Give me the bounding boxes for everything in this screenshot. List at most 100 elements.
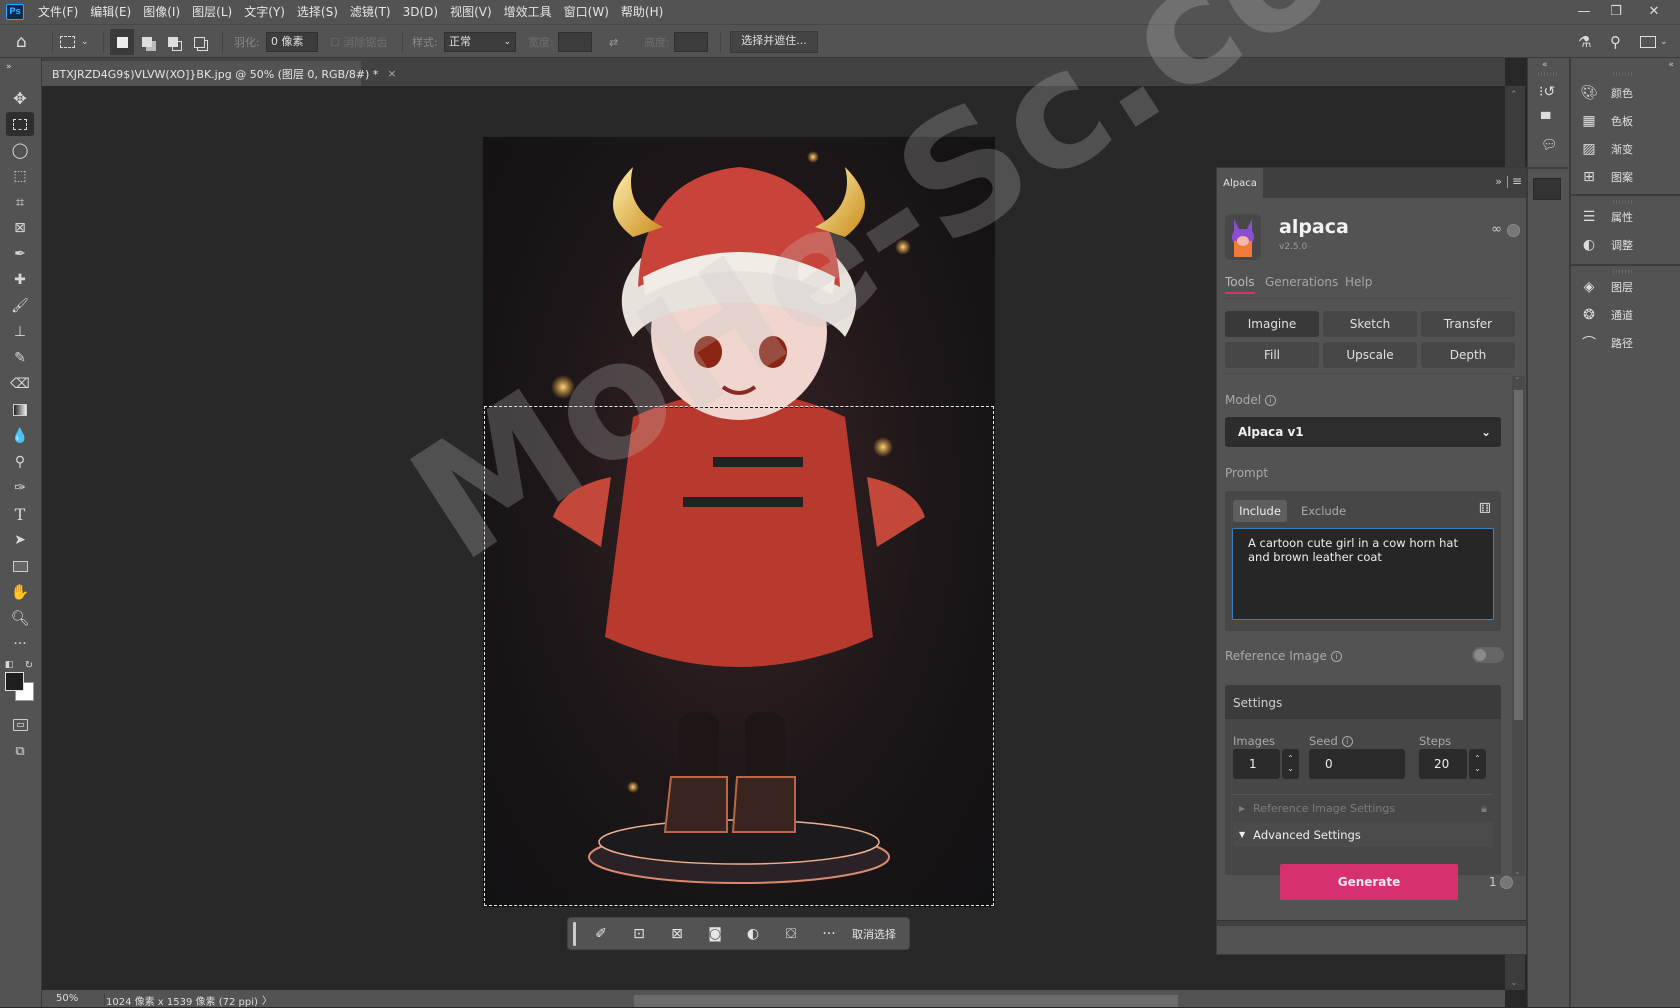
flask-icon[interactable]: ⚗ (1578, 25, 1591, 59)
swap-icon[interactable]: ⇄ (609, 25, 618, 59)
nav-tab-help[interactable]: Help (1345, 275, 1372, 289)
adjustment-layer-icon[interactable]: ◐ (734, 917, 772, 950)
panel-resize-handle[interactable] (1217, 920, 1526, 926)
height-input[interactable] (674, 32, 708, 52)
canvas-horizontal-scrollbar-thumb[interactable] (634, 995, 1178, 1007)
fill-selection-icon[interactable]: ⛋ (772, 917, 810, 950)
account-status-icon[interactable] (1507, 224, 1520, 237)
blur-tool-icon[interactable]: 💧 (6, 424, 34, 448)
reference-image-settings-row[interactable]: ▶ Reference Image Settings 🔒︎ (1233, 796, 1493, 821)
add-selection-icon[interactable] (142, 25, 152, 59)
create-mask-icon[interactable]: ◙ (696, 917, 734, 950)
menu-plugins[interactable]: 增效工具 (498, 0, 558, 24)
menu-help[interactable]: 帮助(H) (615, 0, 669, 24)
reference-info-icon[interactable]: i (1330, 651, 1342, 662)
advanced-settings-row[interactable]: ▼ Advanced Settings (1233, 822, 1493, 847)
tool-fill-button[interactable]: Fill (1225, 342, 1319, 368)
seed-info-icon[interactable]: i (1341, 736, 1353, 747)
path-select-tool-icon[interactable]: ➤ (6, 528, 34, 552)
collapse-toolbar-icon[interactable]: » (6, 60, 34, 74)
steps-stepper[interactable]: ⌃ ⌄ (1469, 749, 1486, 779)
history-panel-icon[interactable]: ⁝↺ (1539, 84, 1555, 100)
history-brush-tool-icon[interactable]: ✎ (6, 346, 34, 370)
steps-input[interactable]: 20 (1419, 749, 1467, 779)
panel-patterns[interactable]: ⊞ 图案 (1579, 166, 1633, 188)
feather-input[interactable]: 0 像素 (266, 32, 318, 52)
width-input[interactable] (558, 32, 592, 52)
workspace-icon[interactable]: ⌄ (1640, 25, 1668, 59)
home-icon[interactable]: ⌂ (16, 25, 27, 59)
select-and-mask-button[interactable]: 选择并遮住... (730, 31, 818, 53)
invert-selection-icon[interactable]: ⊠ (658, 917, 696, 950)
intersect-selection-icon[interactable] (194, 25, 205, 59)
panel-channels[interactable]: ❂ 通道 (1579, 304, 1633, 326)
search-icon[interactable]: ⚲ (1610, 25, 1621, 59)
seed-input[interactable]: 0 (1309, 749, 1405, 779)
menu-window[interactable]: 窗口(W) (558, 0, 615, 24)
panel-color[interactable]: 🎨︎ 颜色 (1579, 82, 1633, 104)
prompt-tab-exclude[interactable]: Exclude (1301, 504, 1346, 518)
move-tool-icon[interactable]: ✥ (6, 86, 34, 110)
model-select[interactable]: Alpaca v1 ⌄ (1225, 417, 1501, 447)
menu-3d[interactable]: 3D(D) (397, 0, 444, 24)
close-window-button[interactable]: ✕ (1636, 0, 1672, 22)
clone-stamp-tool-icon[interactable]: ⊥ (6, 320, 34, 344)
panel-menu-icon[interactable]: ≡ (1512, 174, 1522, 188)
rect-marquee-tool-icon[interactable] (6, 112, 34, 136)
gradient-tool-icon[interactable] (6, 398, 34, 422)
quick-mask-icon[interactable] (6, 713, 34, 737)
menu-type[interactable]: 文字(Y) (238, 0, 291, 24)
healing-brush-tool-icon[interactable]: ✚ (6, 268, 34, 292)
zoom-level[interactable]: 50% (56, 993, 78, 1004)
panel-gradients[interactable]: ▨ 渐变 (1579, 138, 1633, 160)
zoom-tool-icon[interactable]: 🔍︎ (6, 606, 34, 630)
navigator-thumbnail[interactable] (1533, 178, 1561, 200)
prompt-tab-include[interactable]: Include (1233, 500, 1287, 522)
brush-tool-icon[interactable]: 🖌 (6, 294, 34, 318)
deselect-button[interactable]: 取消选择 (852, 926, 896, 942)
object-select-tool-icon[interactable]: ⬚ (6, 164, 34, 188)
collapse-panel-icon[interactable]: » (1495, 175, 1502, 188)
model-info-icon[interactable]: i (1265, 395, 1277, 406)
tool-depth-button[interactable]: Depth (1421, 342, 1515, 368)
more-options-icon[interactable]: ··· (810, 917, 848, 950)
panel-scrollbar-thumb[interactable] (1514, 390, 1523, 720)
nav-tab-tools[interactable]: Tools (1225, 275, 1255, 289)
tool-upscale-button[interactable]: Upscale (1323, 342, 1417, 368)
subtract-selection-icon[interactable] (168, 25, 178, 59)
collapse-panels-icon[interactable]: « (1668, 60, 1674, 70)
rectangle-tool-icon[interactable] (6, 554, 34, 578)
screen-mode-icon[interactable]: ⧉ (6, 739, 34, 763)
reference-image-toggle[interactable] (1472, 647, 1504, 663)
document-tab[interactable]: BTXJRZD4G9$)VLVW(XO]}BK.jpg @ 50% (图层 0,… (42, 61, 397, 86)
panel-scrollbar[interactable]: ⌃ ⌄ (1512, 376, 1525, 876)
menu-edit[interactable]: 编辑(E) (84, 0, 137, 24)
style-select[interactable]: 正常 ⌄ (444, 32, 516, 52)
generate-button[interactable]: Generate (1280, 864, 1458, 900)
close-document-icon[interactable]: × (387, 67, 396, 80)
eraser-tool-icon[interactable]: ⌫ (6, 372, 34, 396)
crop-tool-icon[interactable]: ⌗ (6, 190, 34, 214)
new-selection-icon[interactable] (110, 29, 134, 55)
hand-tool-icon[interactable]: ✋ (6, 580, 34, 604)
generative-fill-icon[interactable]: ✐ (582, 917, 620, 950)
status-menu-arrow[interactable]: 〉 (262, 992, 272, 1007)
settings-header[interactable]: Settings (1225, 685, 1501, 719)
scroll-down-icon[interactable]: ⌄ (1510, 978, 1518, 988)
lasso-tool-icon[interactable]: ◯ (6, 138, 34, 162)
images-input[interactable]: 1 (1233, 749, 1280, 779)
more-tools-icon[interactable]: ··· (6, 632, 34, 656)
tool-transfer-button[interactable]: Transfer (1421, 311, 1515, 337)
default-colors-icon[interactable]: ◧ (2, 658, 16, 672)
tool-sketch-button[interactable]: Sketch (1323, 311, 1417, 337)
panel-adjustments[interactable]: ◐ 调整 (1579, 234, 1633, 256)
antialias-checkbox[interactable]: ☐ 消除锯齿 (330, 25, 387, 59)
tool-imagine-button[interactable]: Imagine (1225, 311, 1319, 337)
menu-layer[interactable]: 图层(L) (186, 0, 238, 24)
comments-panel-icon[interactable]: 💬︎ (1541, 138, 1558, 153)
panel-paths[interactable]: ⌒ 路径 (1579, 332, 1633, 354)
menu-image[interactable]: 图像(I) (137, 0, 186, 24)
scroll-up-icon[interactable]: ⌃ (1510, 90, 1518, 100)
minimize-button[interactable]: — (1566, 0, 1602, 22)
dodge-tool-icon[interactable]: ⚲ (6, 450, 34, 474)
